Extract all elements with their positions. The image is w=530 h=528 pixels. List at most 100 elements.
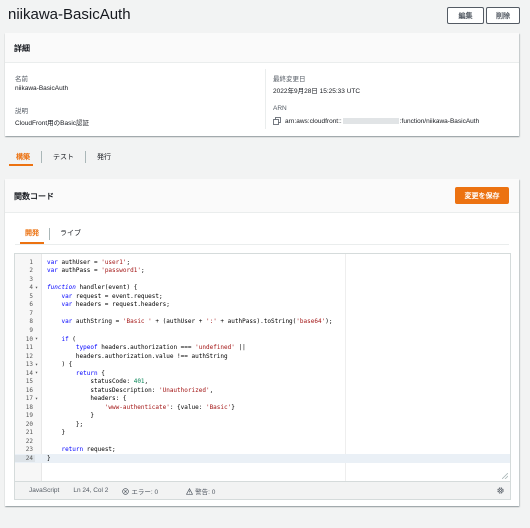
code-line: 15 statusCode: 401,: [15, 377, 510, 386]
code-text: typeof headers.authorization === 'undefi…: [75, 344, 246, 352]
modified-label: 最終変更日: [273, 76, 306, 83]
code-line: 20 };: [15, 420, 510, 429]
code-line: 17 ▾ headers: {: [15, 395, 510, 404]
tab-publish[interactable]: 発行: [86, 148, 122, 166]
editor-settings-button[interactable]: [493, 483, 507, 497]
fold-arrow-icon[interactable]: ▾: [35, 396, 42, 402]
line-number: 12: [25, 352, 33, 360]
code-heading: 関数コード: [5, 179, 519, 213]
details-panel: 詳細 名前 niikawa-BasicAuth 説明 CloudFront用のB…: [5, 33, 519, 136]
line-number: 10: [25, 335, 33, 343]
code-text: var authUser = 'user1';: [47, 258, 131, 266]
code-line: 12 headers.authorization.value !== authS…: [15, 352, 510, 361]
code-text: };: [47, 420, 84, 428]
code-text: return {: [75, 369, 105, 377]
code-line: 22: [15, 437, 510, 446]
fold-arrow-icon[interactable]: ▾: [35, 285, 42, 291]
line-number: 14: [25, 369, 33, 377]
code-line: 1 var authUser = 'user1';: [15, 258, 510, 267]
code-text: headers.authorization.value !== authStri…: [47, 352, 228, 360]
stage-tabs: 開発 ライブ: [15, 224, 91, 244]
code-line: 5 var request = event.request;: [15, 292, 510, 301]
description-label: 説明: [15, 108, 28, 115]
code-line: 7: [15, 309, 510, 318]
fold-arrow-icon[interactable]: ▾: [35, 370, 42, 376]
line-number: 2: [29, 267, 33, 275]
code-line: 18 'www-authenticate': {value: 'Basic'}: [15, 403, 510, 412]
code-lines: 1 var authUser = 'user1'; 2 var authPass = …: [15, 258, 510, 463]
code-line: 11 typeof headers.authorization === 'und…: [15, 343, 510, 352]
tab-build[interactable]: 構築: [5, 148, 41, 166]
code-line: 10 ▾ if (: [15, 335, 510, 344]
line-number: 1: [29, 258, 33, 266]
line-number: 7: [29, 309, 33, 317]
line-number: 13: [25, 361, 33, 369]
save-changes-button[interactable]: 変更を保存: [455, 187, 509, 204]
cursor-position: Ln 24, Col 2: [73, 487, 109, 494]
line-number: 18: [25, 403, 33, 411]
code-editor[interactable]: 1 var authUser = 'user1'; 2 var authPass = …: [14, 253, 511, 482]
code-text: var authString = 'Basic ' + (authUser + …: [61, 318, 333, 326]
tab-live[interactable]: ライブ: [50, 224, 91, 244]
line-number: 8: [29, 318, 33, 326]
function-code-panel: 関数コード 変更を保存 開発 ライブ 1 var authUser = 'user…: [5, 179, 519, 506]
gear-icon: [496, 486, 504, 494]
code-line: 16 statusDescription: 'Unauthorized',: [15, 386, 510, 395]
line-number: 22: [25, 437, 33, 445]
code-line: 13 ▾ ) {: [15, 360, 510, 369]
line-number: 20: [25, 420, 33, 428]
code-line: 24}: [15, 454, 510, 463]
name-value: niikawa-BasicAuth: [15, 85, 69, 92]
line-number: 3: [29, 275, 33, 283]
code-line: 19 }: [15, 412, 510, 421]
code-text: statusCode: 401,: [47, 378, 149, 386]
code-line: 8 var authString = 'Basic ' + (authUser …: [15, 318, 510, 327]
edit-button[interactable]: 編集: [447, 7, 484, 24]
line-number: 24: [15, 454, 35, 462]
code-text: var request = event.request;: [61, 292, 163, 300]
code-text: }: [47, 454, 51, 462]
tab-development[interactable]: 開発: [15, 224, 49, 244]
code-line: 21 }: [15, 429, 510, 438]
delete-button[interactable]: 削除: [486, 7, 520, 24]
line-number: 9: [29, 327, 33, 335]
code-text: return request;: [61, 446, 116, 454]
warning-count[interactable]: 警告: 0: [186, 486, 229, 496]
line-number: 4: [29, 284, 33, 292]
code-text: var headers = request.headers;: [61, 301, 170, 309]
line-number: 21: [25, 429, 33, 437]
code-line: 9: [15, 326, 510, 335]
copy-icon[interactable]: [273, 117, 281, 125]
name-label: 名前: [15, 76, 28, 83]
arn-redacted: [342, 118, 399, 124]
fold-arrow-icon[interactable]: ▾: [35, 336, 42, 342]
code-line: 4 ▾ function handler(event) {: [15, 284, 510, 293]
code-line: 23 return request;: [15, 446, 510, 455]
code-line: 3: [15, 275, 510, 284]
code-line: 2 var authPass = 'password1';: [15, 267, 510, 276]
line-number: 5: [29, 292, 33, 300]
arn-label: ARN: [273, 105, 287, 112]
line-number: 11: [25, 344, 33, 352]
code-text: }: [47, 412, 94, 420]
function-tabs: 構築 テスト 発行: [5, 148, 519, 166]
error-count[interactable]: エラー: 0: [122, 486, 172, 496]
code-line: 6 var headers = request.headers;: [15, 301, 510, 310]
description-value: CloudFront用のBasic認証: [15, 120, 90, 127]
line-number: 19: [25, 412, 33, 420]
language-mode[interactable]: JavaScript: [29, 487, 59, 494]
code-text: 'www-authenticate': {value: 'Basic'}: [104, 403, 235, 411]
details-heading: 詳細: [5, 33, 519, 63]
tab-test[interactable]: テスト: [42, 148, 85, 166]
line-number: 6: [29, 301, 33, 309]
error-count-label: エラー: 0: [131, 488, 159, 496]
arn-prefix: arn:aws:cloudfront::: [285, 117, 342, 125]
code-text: if (: [61, 335, 76, 343]
code-text: headers: {: [47, 395, 127, 403]
fold-arrow-icon[interactable]: ▾: [35, 362, 42, 368]
resize-handle-icon[interactable]: [502, 473, 508, 479]
line-number: 23: [25, 446, 33, 454]
arn-suffix: :function/niikawa-BasicAuth: [399, 117, 480, 125]
code-text: var authPass = 'password1';: [47, 267, 145, 275]
line-number: 17: [25, 395, 33, 403]
